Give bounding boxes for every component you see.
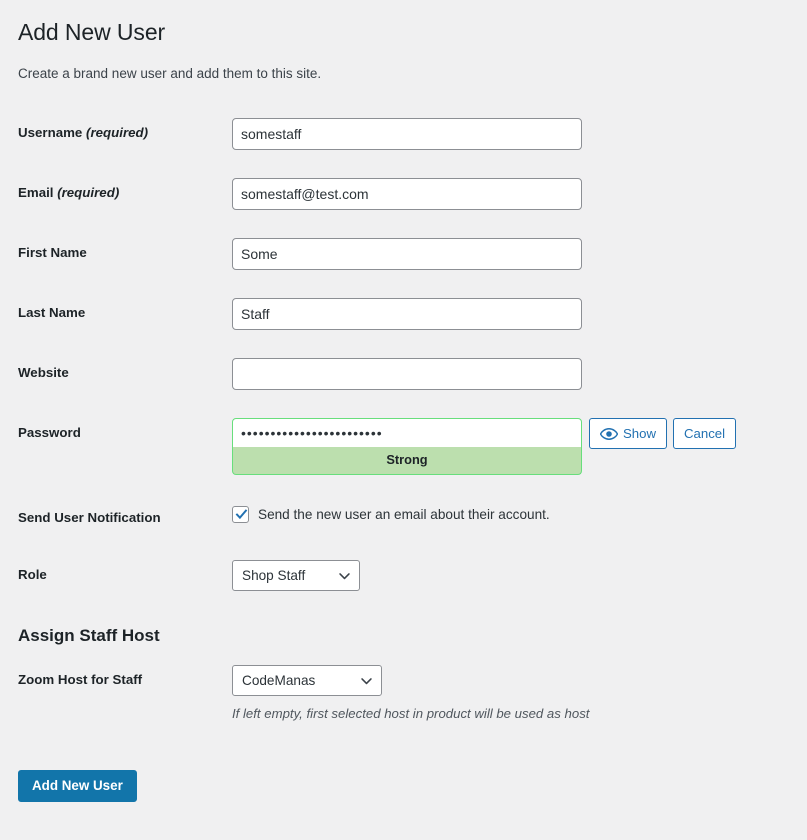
user-form-table: Username (required) Email (required) — [0, 104, 807, 738]
username-input[interactable] — [232, 118, 582, 150]
zoom-host-help-text: If left empty, first selected host in pr… — [232, 706, 590, 722]
form-row-last-name: Last Name — [0, 284, 807, 344]
email-required-note: (required) — [57, 185, 120, 200]
send-notification-label: Send User Notification — [18, 509, 161, 525]
page-description: Create a brand new user and add them to … — [18, 66, 322, 81]
eye-icon — [599, 427, 619, 441]
page-title: Add New User — [18, 19, 166, 45]
show-password-button[interactable]: Show — [589, 418, 667, 449]
website-cell — [222, 344, 807, 404]
username-label: Username (required) — [0, 104, 222, 164]
assign-staff-host-heading-cell: Assign Staff Host — [0, 605, 807, 651]
form-row-role: Role Shop Staff — [0, 546, 807, 605]
form-row-zoom-host: Zoom Host for Staff CodeManas If left em… — [0, 651, 807, 738]
username-label-text: Username — [18, 125, 83, 140]
send-notification-cell: Send the new user an email about their a… — [222, 489, 807, 546]
zoom-host-cell: CodeManas If left empty, first selected … — [222, 651, 807, 738]
email-label-text: Email — [18, 185, 54, 200]
last-name-cell — [222, 284, 807, 344]
first-name-cell — [222, 224, 807, 284]
form-row-email: Email (required) — [0, 164, 807, 224]
zoom-host-select[interactable]: CodeManas — [232, 665, 382, 697]
form-row-send-notification: Send User Notification Send the new user… — [0, 489, 807, 546]
send-notification-checkbox-label[interactable]: Send the new user an email about their a… — [258, 505, 550, 524]
checkmark-icon — [235, 509, 248, 520]
role-cell: Shop Staff — [222, 546, 807, 605]
password-strength-indicator: Strong — [232, 447, 582, 475]
email-label: Email (required) — [0, 164, 222, 224]
first-name-input[interactable] — [232, 238, 582, 270]
username-required-note: (required) — [86, 125, 149, 140]
first-name-label: First Name — [18, 245, 87, 260]
zoom-host-label: Zoom Host for Staff — [18, 672, 143, 688]
show-password-label: Show — [623, 425, 656, 441]
password-cell: Strong Show — [222, 404, 807, 489]
email-input[interactable] — [232, 178, 582, 210]
form-row-website: Website — [0, 344, 807, 404]
role-select[interactable]: Shop Staff — [232, 560, 360, 592]
chevron-down-icon — [360, 674, 373, 687]
form-row-password: Password Strong — [0, 404, 807, 489]
submit-area: Add New User — [18, 770, 137, 803]
password-buttons: Show Cancel — [589, 418, 737, 449]
username-cell — [222, 104, 807, 164]
send-notification-checkbox[interactable] — [232, 505, 249, 523]
form-row-username: Username (required) — [0, 104, 807, 164]
last-name-label: Last Name — [18, 305, 86, 320]
password-label: Password — [18, 425, 81, 440]
cancel-password-button[interactable]: Cancel — [673, 418, 737, 449]
website-label: Website — [18, 365, 69, 380]
password-input[interactable] — [232, 418, 582, 448]
password-field-column: Strong — [232, 418, 582, 475]
role-label: Role — [18, 567, 47, 583]
email-cell — [222, 164, 807, 224]
form-row-assign-staff-host-heading: Assign Staff Host — [0, 605, 807, 651]
cancel-password-label: Cancel — [684, 425, 726, 441]
form-row-first-name: First Name — [0, 224, 807, 284]
website-input[interactable] — [232, 358, 582, 390]
last-name-input[interactable] — [232, 298, 582, 330]
add-new-user-button[interactable]: Add New User — [18, 770, 137, 803]
chevron-down-icon — [338, 569, 351, 582]
password-controls: Strong Show — [232, 418, 797, 475]
send-notification-row: Send the new user an email about their a… — [232, 503, 797, 524]
zoom-host-selected-value: CodeManas — [242, 673, 316, 689]
assign-staff-host-heading: Assign Staff Host — [18, 626, 160, 646]
add-new-user-page: Add New User Create a brand new user and… — [0, 0, 807, 840]
